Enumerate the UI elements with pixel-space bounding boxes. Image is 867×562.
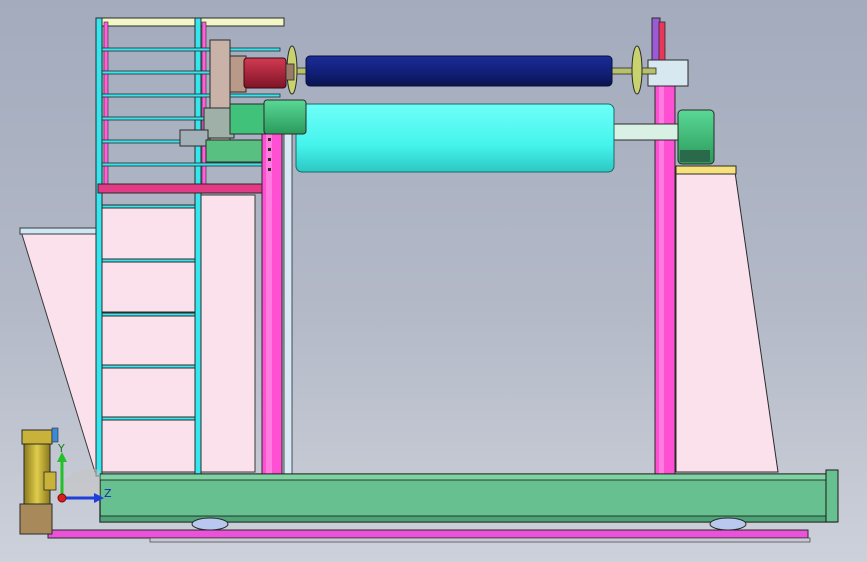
axis-z-label: Z [104, 487, 112, 500]
cad-viewport[interactable]: Y Z [0, 0, 867, 562]
base-frame [47, 469, 839, 543]
base-drive-motor [19, 427, 59, 535]
top-roller [286, 45, 657, 95]
machine-drawing: Y Z [19, 17, 839, 543]
left-post [261, 119, 293, 476]
axis-y-label: Y [57, 442, 65, 455]
main-roller [295, 103, 715, 173]
right-support [647, 17, 779, 476]
